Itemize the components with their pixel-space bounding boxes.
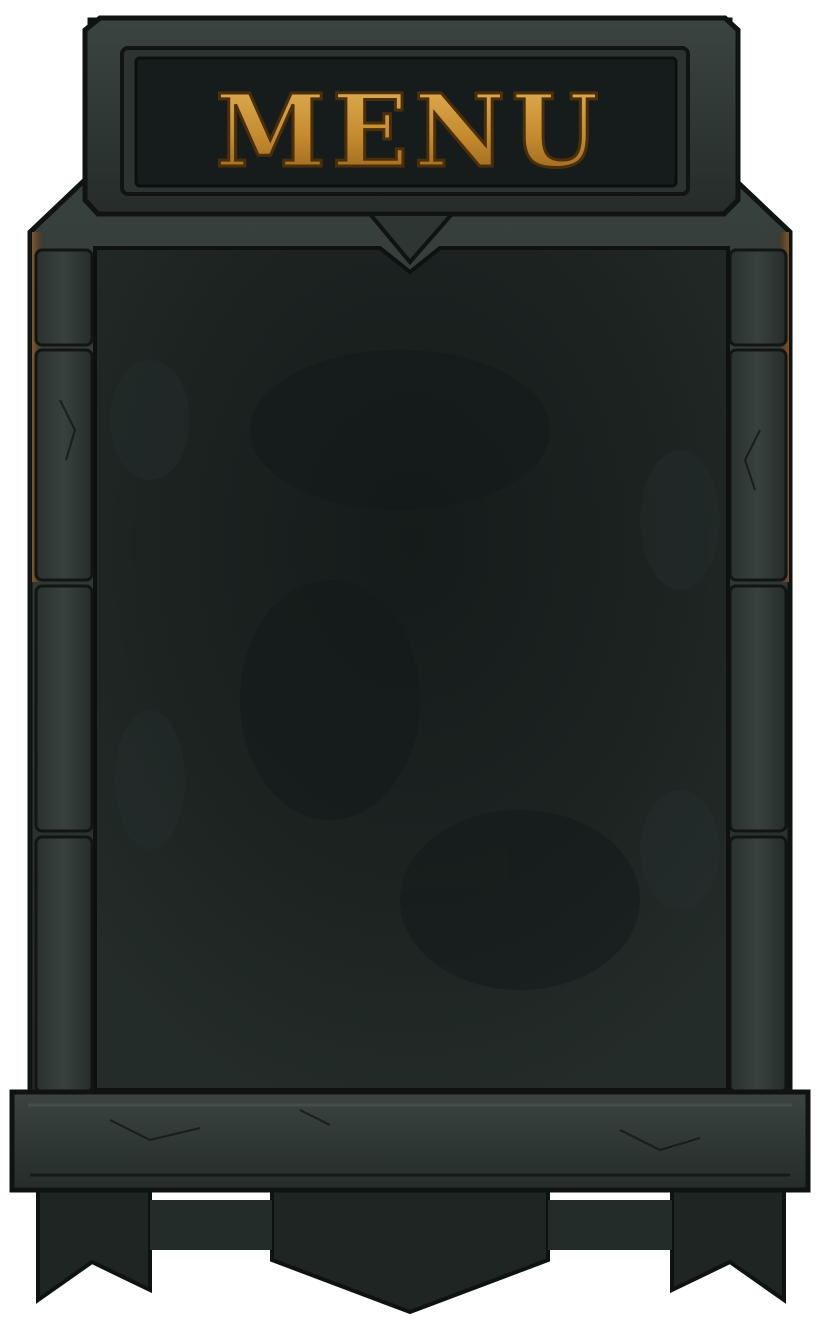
stone-banner-frame: MENU — [9, 15, 811, 1315]
menu-panel: MENU — [0, 0, 821, 1321]
pennant-tab-icon — [36, 1188, 786, 1315]
page-title: MENU — [215, 72, 605, 190]
